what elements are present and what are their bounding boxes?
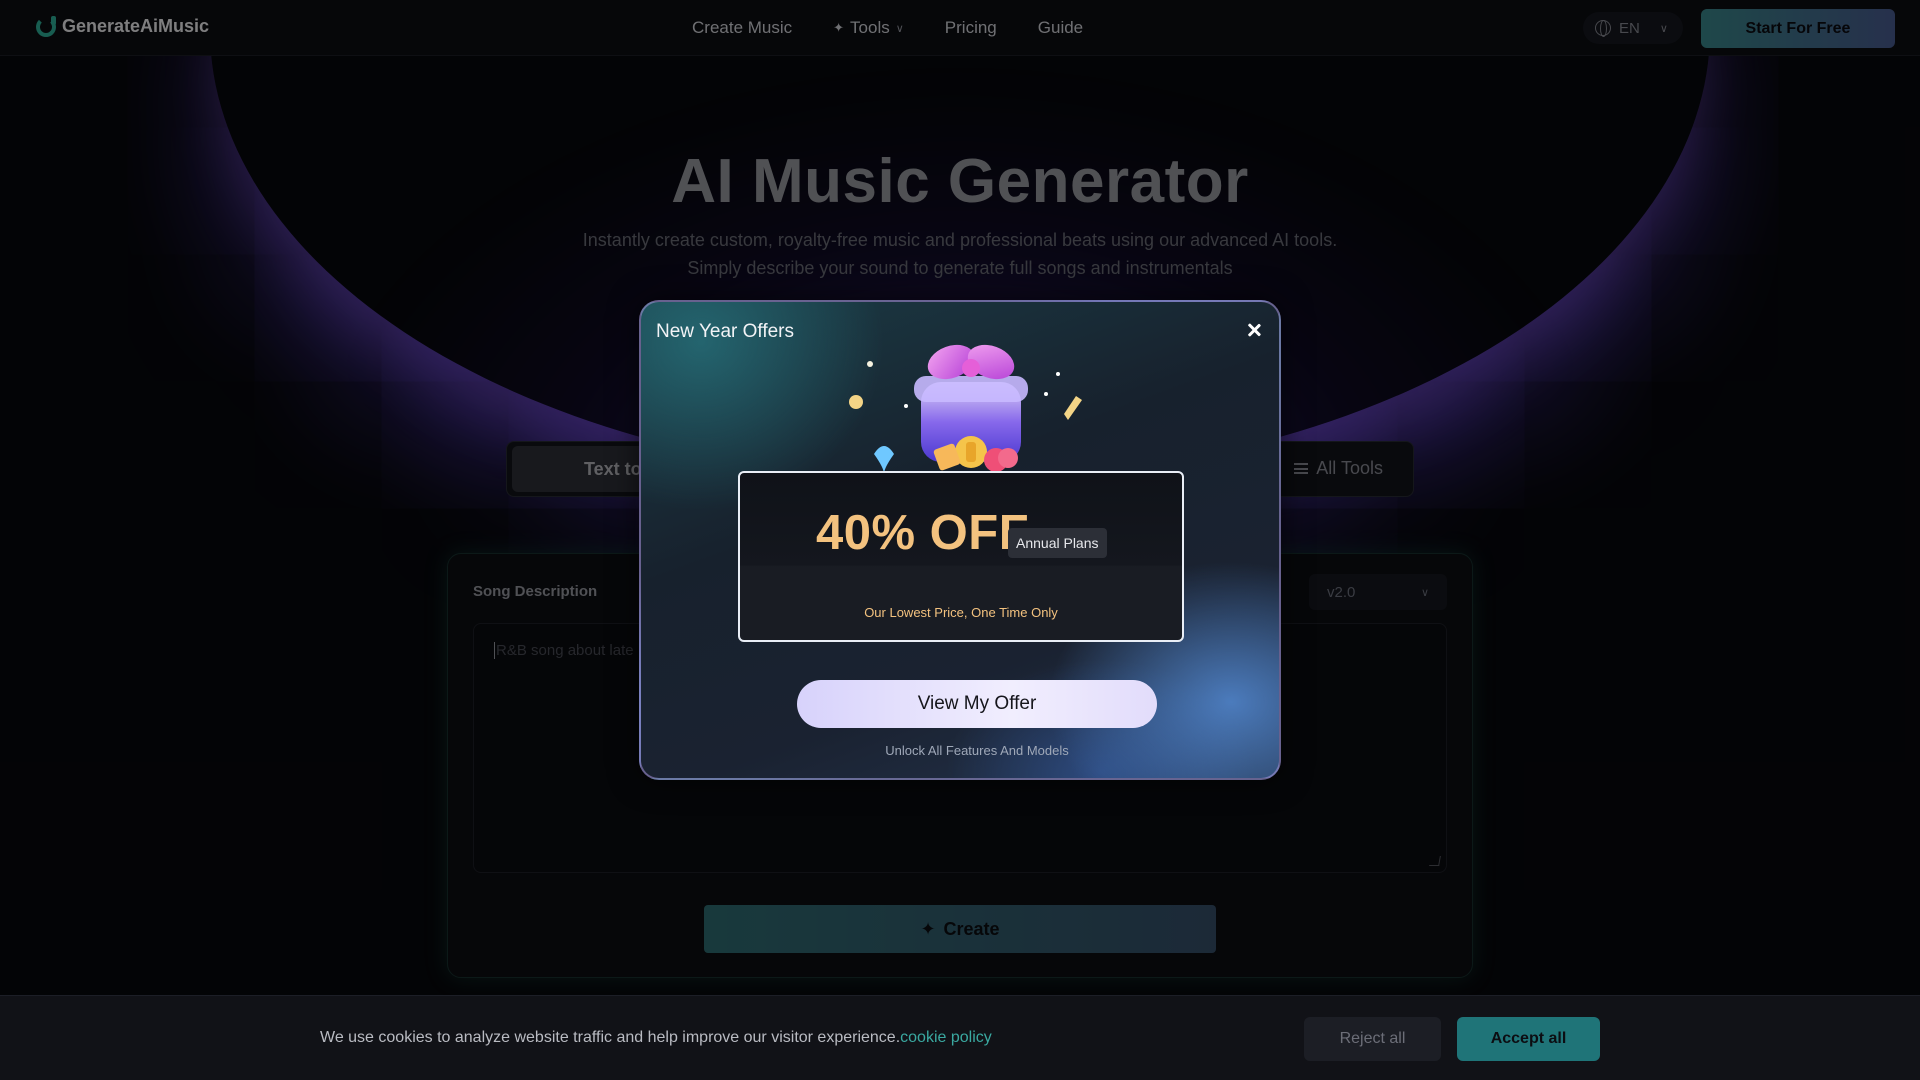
close-icon[interactable]	[1243, 319, 1265, 341]
gift-box-illustration	[849, 344, 1082, 474]
new-year-offer-modal: New Year Offers 40% OFF Annual Plans Our…	[639, 300, 1281, 780]
discount-card: 40% OFF Annual Plans Our Lowest Price, O…	[738, 471, 1184, 642]
cookie-policy-link[interactable]: cookie policy	[900, 1029, 992, 1046]
offer-footnote: Unlock All Features And Models	[885, 743, 1069, 758]
cookie-message: We use cookies to analyze website traffi…	[320, 1029, 992, 1047]
accept-all-button[interactable]: Accept all	[1457, 1017, 1600, 1061]
cookie-message-text: We use cookies to analyze website traffi…	[320, 1029, 901, 1046]
plan-badge: Annual Plans	[1008, 528, 1107, 558]
offer-tagline: Our Lowest Price, One Time Only	[864, 605, 1058, 620]
discount-value: 40% OFF	[816, 506, 1030, 560]
cookie-banner: We use cookies to analyze website traffi…	[0, 995, 1920, 1080]
view-my-offer-button[interactable]: View My Offer	[797, 680, 1157, 728]
modal-title: New Year Offers	[656, 321, 795, 342]
reject-all-button[interactable]: Reject all	[1304, 1017, 1441, 1061]
